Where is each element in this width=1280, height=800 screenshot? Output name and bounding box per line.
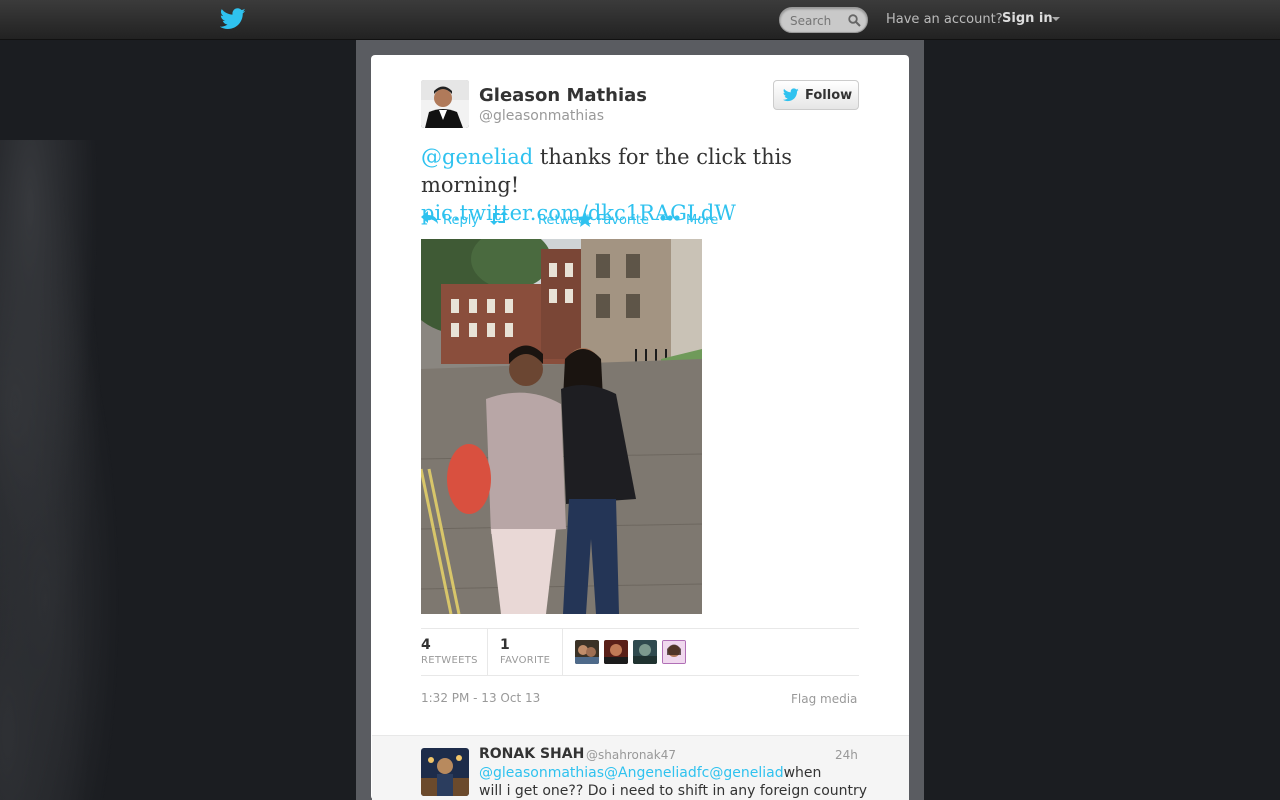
- have-account-text: Have an account?: [886, 12, 1003, 27]
- divider: [421, 675, 859, 676]
- divider: [562, 629, 563, 675]
- retweets-label[interactable]: RETWEETS: [421, 655, 478, 666]
- user-name[interactable]: Gleason Mathias: [479, 85, 647, 106]
- avatar[interactable]: [575, 640, 599, 664]
- twitter-bird-icon[interactable]: [220, 8, 246, 30]
- flag-media-link[interactable]: Flag media: [791, 692, 857, 706]
- reply-label: Reply: [443, 213, 480, 228]
- sign-in-link[interactable]: Sign in: [1002, 11, 1053, 26]
- avatar[interactable]: [633, 640, 657, 664]
- follow-button[interactable]: Follow: [773, 80, 859, 110]
- retweet-icon: [490, 211, 508, 225]
- search-input[interactable]: [790, 12, 846, 29]
- avatar[interactable]: [421, 748, 469, 796]
- search-box[interactable]: [779, 7, 868, 33]
- avatar[interactable]: [421, 80, 469, 128]
- reply-icon: [421, 211, 438, 224]
- divider: [487, 629, 488, 675]
- star-icon: [577, 211, 593, 227]
- favorites-label[interactable]: FAVORITE: [500, 655, 550, 666]
- reply-text: @gleasonmathias@Angeneliadfc@geneliadwhe…: [479, 764, 869, 800]
- avatar[interactable]: [604, 640, 628, 664]
- twitter-bird-icon: [783, 88, 799, 102]
- tweet-photo[interactable]: [421, 239, 702, 614]
- reply-text-line2: will i get one?? Do i need to shift in a…: [479, 783, 868, 799]
- more-dots-icon: [660, 215, 680, 221]
- timestamp[interactable]: 1:32 PM - 13 Oct 13: [421, 691, 540, 705]
- reply-text-tail: when: [783, 765, 822, 781]
- retweets-count[interactable]: 4: [421, 637, 431, 653]
- avatar[interactable]: [662, 640, 686, 664]
- search-icon[interactable]: [848, 14, 861, 27]
- mention-link[interactable]: @geneliad: [421, 145, 533, 169]
- favorites-count[interactable]: 1: [500, 637, 510, 653]
- more-label: More: [686, 213, 719, 228]
- background-texture: [0, 140, 150, 800]
- top-bar: Have an account? Sign in: [0, 0, 1280, 40]
- follow-label: Follow: [805, 88, 853, 103]
- reply-time[interactable]: 24h: [835, 748, 858, 762]
- reply-mentions[interactable]: @gleasonmathias@Angeneliadfc@geneliad: [479, 765, 784, 781]
- chevron-down-icon[interactable]: [1052, 17, 1060, 21]
- user-handle[interactable]: @gleasonmathias: [479, 108, 604, 124]
- reply-user-name[interactable]: RONAK SHAH: [479, 746, 584, 762]
- reply-user-handle[interactable]: @shahronak47: [586, 748, 676, 762]
- favorite-label: Favorite: [597, 213, 649, 228]
